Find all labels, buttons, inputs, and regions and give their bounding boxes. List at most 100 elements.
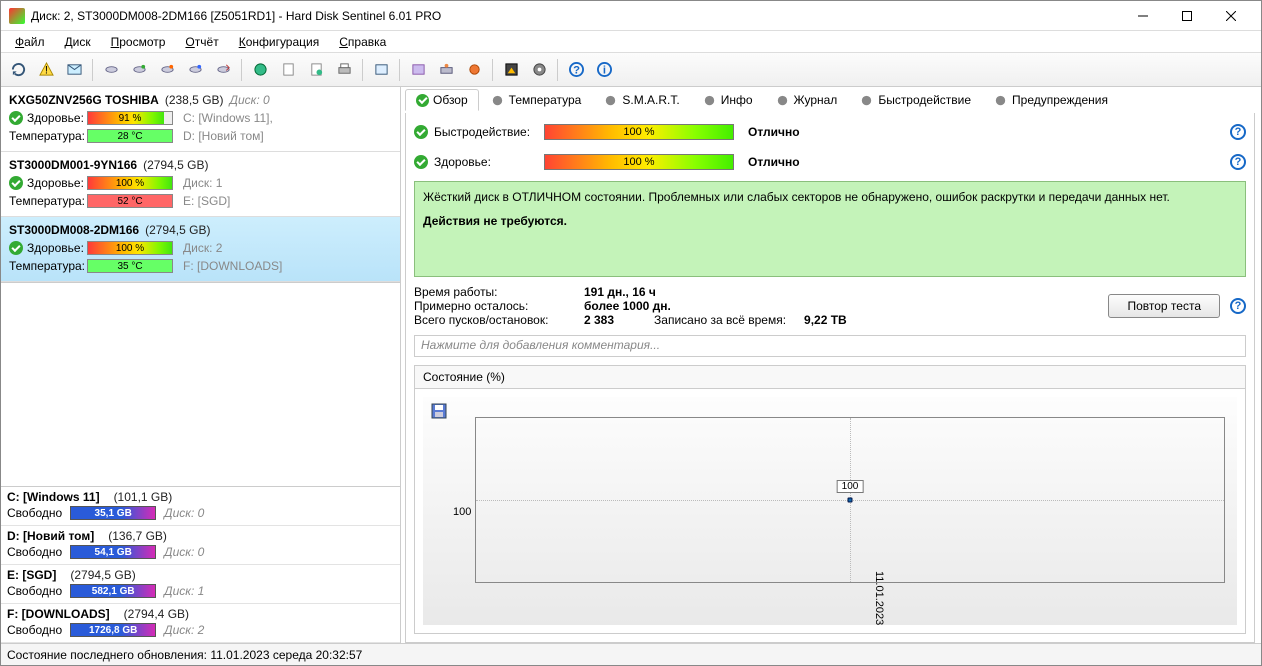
disk-card[interactable]: KXG50ZNV256G TOSHIBA (238,5 GB) Диск: 0 … [1,87,400,152]
free-bar: 1726,8 GB [70,623,156,637]
check-icon [414,155,428,169]
tool-button-3[interactable] [461,57,487,83]
partition-row[interactable]: D: [Новий том](136,7 GB) Свободно54,1 GB… [1,526,400,565]
tool-button-1[interactable] [405,57,431,83]
partition-disk: Диск: 0 [164,545,204,559]
close-button[interactable] [1209,2,1253,30]
disk-number: Диск: 0 [230,93,270,107]
check-icon [9,241,23,255]
tool-button-5[interactable] [526,57,552,83]
left-panel: KXG50ZNV256G TOSHIBA (238,5 GB) Диск: 0 … [1,87,401,643]
mail-button[interactable] [61,57,87,83]
disk-button-5[interactable] [210,57,236,83]
retest-button[interactable]: Повтор теста [1108,294,1220,318]
help-icon[interactable]: ? [1230,124,1246,140]
tab-label: Инфо [721,93,753,107]
help-icon[interactable]: ? [1230,154,1246,170]
disk-button-3[interactable] [154,57,180,83]
gauge-icon [859,93,874,108]
tab-label: Быстродействие [878,93,971,107]
disk-button-1[interactable] [98,57,124,83]
tabstrip: Обзор Температура S.M.A.R.T. Инфо Журнал Быст… [405,87,1255,113]
temp-bar: 28 °C [87,129,173,143]
health-label: Здоровье: [27,176,84,190]
partition-disk: Диск: 1 [164,584,204,598]
disk-name: ST3000DM008-2DM166 [9,223,139,237]
disk-size: (2794,5 GB) [145,223,210,237]
free-label: Свободно [7,506,62,520]
partition-row[interactable]: C: [Windows 11](101,1 GB) Свободно35,1 G… [1,487,400,526]
partition-size: (101,1 GB) [114,490,173,504]
disk-list: KXG50ZNV256G TOSHIBA (238,5 GB) Диск: 0 … [1,87,400,283]
toolbar: ! ? i [1,53,1261,87]
menu-disk[interactable]: Диск [57,33,99,51]
minimize-button[interactable] [1121,2,1165,30]
partition-size: (136,7 GB) [108,529,167,543]
tool-button-2[interactable] [433,57,459,83]
warning-button[interactable]: ! [33,57,59,83]
drive-letter: F: [DOWNLOADS] [183,259,282,273]
tab-Быстродействие[interactable]: Быстродействие [848,89,982,112]
runtime-v: 191 дн., 16 ч [584,285,656,299]
partition-name: E: [SGD] [7,568,56,582]
tab-Температура[interactable]: Температура [479,89,593,112]
check-icon [414,125,428,139]
print-button[interactable] [331,57,357,83]
disk-card[interactable]: ST3000DM008-2DM166 (2794,5 GB) Здоровье:… [1,217,400,282]
menu-report[interactable]: Отчёт [177,33,226,51]
svg-text:i: i [602,64,605,76]
window-title: Диск: 2, ST3000DM008-2DM166 [Z5051RD1] -… [31,9,1121,23]
check-icon [416,94,429,107]
starts-v: 2 383 [584,313,614,327]
maximize-button[interactable] [1165,2,1209,30]
log-icon [775,93,790,108]
refresh-button[interactable] [5,57,31,83]
free-bar: 54,1 GB [70,545,156,559]
comment-input[interactable]: Нажмите для добавления комментария... [414,335,1246,357]
written-v: 9,22 ТВ [804,313,847,327]
free-label: Свободно [7,545,62,559]
check-icon [9,176,23,190]
settings-button[interactable] [368,57,394,83]
doc-button-2[interactable] [303,57,329,83]
partition-row[interactable]: F: [DOWNLOADS](2794,4 GB) Свободно1726,8… [1,604,400,643]
chart-area: 100 100 11.01.2023 [423,397,1237,625]
menu-config[interactable]: Конфигурация [231,33,328,51]
help-icon[interactable]: ? [1230,298,1246,314]
svg-text:?: ? [573,64,580,76]
globe-button[interactable] [247,57,273,83]
tab-Журнал[interactable]: Журнал [764,89,849,112]
tab-Инфо[interactable]: Инфо [691,89,764,112]
perf-bar: 100 % [544,124,734,140]
disk-name: ST3000DM001-9YN166 [9,158,137,172]
help-button[interactable]: ? [563,57,589,83]
tool-button-4[interactable] [498,57,524,83]
menu-file[interactable]: Файл [7,33,53,51]
disk-button-2[interactable] [126,57,152,83]
status-box: Жёсткий диск в ОТЛИЧНОМ состоянии. Пробл… [414,181,1246,277]
chart-plot: 100 [475,417,1225,583]
temp-label: Температура: [9,129,85,143]
tab-label: S.M.A.R.T. [622,93,679,107]
partition-row[interactable]: E: [SGD](2794,5 GB) Свободно582,1 GBДиск… [1,565,400,604]
tab-overview-body: Быстродействие: 100 % Отлично ? Здоровье… [405,113,1255,643]
menu-help[interactable]: Справка [331,33,394,51]
save-icon[interactable] [431,403,447,419]
disk-card[interactable]: ST3000DM001-9YN166 (2794,5 GB) Здоровье:… [1,152,400,217]
drive-letter: Диск: 2 [183,241,222,255]
chart-point-label: 100 [837,480,864,493]
statusbar-text: Состояние последнего обновления: 11.01.2… [7,648,362,662]
info-button[interactable]: i [591,57,617,83]
tab-Предупреждения[interactable]: Предупреждения [982,89,1119,112]
perf-label: Быстродействие: [434,125,530,139]
tab-Обзор[interactable]: Обзор [405,89,479,111]
menu-view[interactable]: Просмотр [103,33,174,51]
runtime-k: Время работы: [414,285,584,299]
health-bar: 100 % [87,241,173,255]
doc-button-1[interactable] [275,57,301,83]
tab-S.M.A.R.T.[interactable]: S.M.A.R.T. [592,89,690,112]
disk-size: (2794,5 GB) [143,158,208,172]
health-bar: 100 % [87,176,173,190]
disk-button-4[interactable] [182,57,208,83]
tab-label: Обзор [433,93,468,107]
